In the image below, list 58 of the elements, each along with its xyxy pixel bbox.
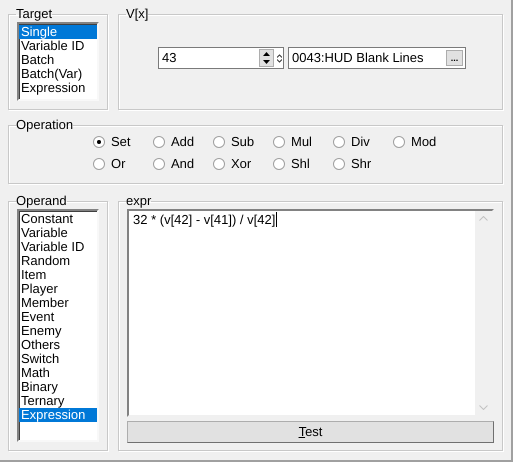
radio-option[interactable]: Or — [93, 157, 153, 171]
radio-button[interactable] — [273, 158, 285, 170]
group-label: V[x] — [126, 7, 148, 21]
list-item[interactable]: Variable ID — [19, 39, 97, 53]
radio-button[interactable] — [393, 136, 405, 148]
radio-button[interactable] — [333, 136, 345, 148]
radio-option[interactable]: Add — [153, 135, 213, 149]
group-label: Target — [16, 7, 52, 21]
radio-button[interactable] — [93, 136, 105, 148]
group-label: Operation — [16, 118, 74, 132]
list-box[interactable]: Single Variable ID Batch Batch(Var) Expression — [17, 22, 99, 101]
list-item[interactable]: Math — [19, 366, 97, 380]
list-item[interactable]: Event — [19, 310, 97, 324]
list-item[interactable]: Binary — [19, 380, 97, 394]
radio-button[interactable] — [153, 158, 165, 170]
group-label: expr — [126, 194, 152, 208]
list-item[interactable]: Player — [19, 282, 97, 296]
list-item[interactable]: Expression — [19, 81, 97, 95]
list-item[interactable]: Random — [19, 254, 97, 268]
radio-button[interactable] — [93, 158, 105, 170]
browse-button[interactable]: ... — [446, 50, 463, 66]
radio-option[interactable]: Mod — [393, 135, 453, 149]
list-item[interactable]: Expression — [19, 408, 97, 422]
radio-button[interactable] — [213, 158, 225, 170]
radio-option[interactable]: Shr — [333, 157, 393, 171]
list-item[interactable]: Batch — [19, 53, 97, 67]
group-label: Operand — [16, 194, 67, 208]
list-item[interactable]: Variable — [19, 226, 97, 240]
list-item[interactable]: Constant — [19, 212, 97, 226]
radio-button[interactable] — [153, 136, 165, 148]
radio-option[interactable]: Div — [333, 135, 393, 149]
radio-option[interactable]: Xor — [213, 157, 273, 171]
radio-option[interactable]: Mul — [273, 135, 333, 149]
scroll-up-icon[interactable] — [479, 216, 488, 221]
list-item[interactable]: Single — [19, 25, 97, 39]
list-item[interactable]: Member — [19, 296, 97, 310]
spin-arrows-icon[interactable] — [259, 49, 274, 67]
variable-select-field[interactable]: 0043:HUD Blank Lines ... — [288, 47, 466, 69]
expression-text: 32 * (v[42] - v[41]) / v[42] — [133, 212, 278, 227]
number-field[interactable]: 43 — [158, 47, 284, 69]
radio-option[interactable]: Sub — [213, 135, 273, 149]
expression-text-area[interactable]: 32 * (v[42] - v[41]) / v[42] — [127, 209, 494, 417]
radio-option[interactable]: Shl — [273, 157, 333, 171]
radio-button[interactable] — [333, 158, 345, 170]
radio-option[interactable]: Set — [93, 135, 153, 149]
test-button[interactable]: Test — [127, 421, 494, 443]
list-item[interactable]: Enemy — [19, 324, 97, 338]
list-item[interactable]: Others — [19, 338, 97, 352]
list-item[interactable]: Batch(Var) — [19, 67, 97, 81]
radio-button[interactable] — [213, 136, 225, 148]
list-item[interactable]: Switch — [19, 352, 97, 366]
list-item[interactable]: Item — [19, 268, 97, 282]
list-box[interactable]: Constant Variable Variable ID Random Item Player Member Event Enemy Others Switch Math Binary Ternary Expression — [17, 209, 99, 442]
list-item[interactable]: Ternary — [19, 394, 97, 408]
scroll-down-icon[interactable] — [479, 405, 488, 410]
radio-option[interactable]: And — [153, 157, 213, 171]
list-item[interactable]: Variable ID — [19, 240, 97, 254]
radio-button[interactable] — [273, 136, 285, 148]
